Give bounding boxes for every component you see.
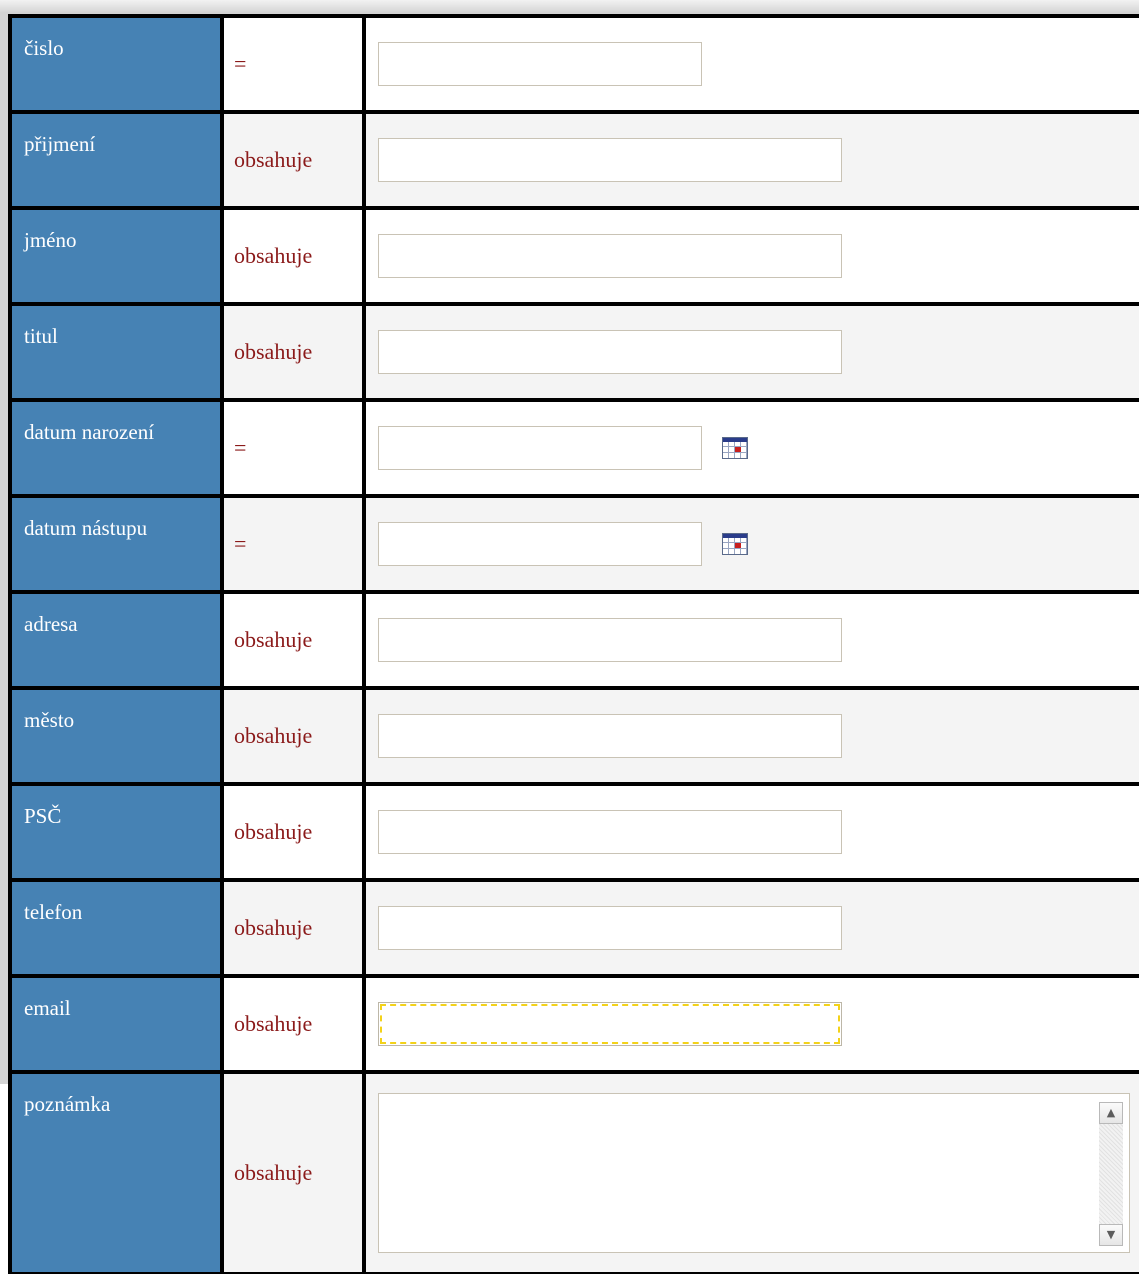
field-label: poznámka bbox=[8, 1070, 224, 1274]
search-input[interactable] bbox=[378, 714, 842, 758]
search-input[interactable] bbox=[378, 618, 842, 662]
field-value-cell bbox=[366, 590, 1139, 686]
field-label: datum nástupu bbox=[8, 494, 224, 590]
field-operator: obsahuje bbox=[224, 302, 366, 398]
field-operator: obsahuje bbox=[224, 590, 366, 686]
form-row: adresa obsahuje bbox=[8, 590, 1139, 686]
form-row: email obsahuje bbox=[8, 974, 1139, 1070]
form-row: datum nástupu = bbox=[8, 494, 1139, 590]
form-row: telefon obsahuje bbox=[8, 878, 1139, 974]
field-value-cell bbox=[366, 206, 1139, 302]
search-input[interactable] bbox=[378, 1002, 842, 1046]
arrow-up-icon[interactable]: ▲ bbox=[1099, 1102, 1123, 1124]
field-label: adresa bbox=[8, 590, 224, 686]
field-label: město bbox=[8, 686, 224, 782]
field-value-cell: ▲ ▼ bbox=[366, 1070, 1139, 1274]
calendar-icon[interactable] bbox=[722, 533, 748, 555]
field-label: čislo bbox=[8, 14, 224, 110]
field-operator: = bbox=[224, 14, 366, 110]
form-row: titul obsahuje bbox=[8, 302, 1139, 398]
form-row: jméno obsahuje bbox=[8, 206, 1139, 302]
field-value-cell bbox=[366, 110, 1139, 206]
field-value-cell bbox=[366, 14, 1139, 110]
field-operator: obsahuje bbox=[224, 686, 366, 782]
field-label: PSČ bbox=[8, 782, 224, 878]
search-form-table: čislo = přijmení obsahuje jméno obsahuje… bbox=[8, 14, 1139, 1274]
field-value-cell bbox=[366, 782, 1139, 878]
note-textarea[interactable]: ▲ ▼ bbox=[378, 1093, 1130, 1253]
search-input[interactable] bbox=[378, 906, 842, 950]
textarea-scrollbar[interactable]: ▲ ▼ bbox=[1099, 1102, 1123, 1246]
search-input[interactable] bbox=[378, 426, 702, 470]
field-label: datum narození bbox=[8, 398, 224, 494]
field-label: email bbox=[8, 974, 224, 1070]
field-value-cell bbox=[366, 494, 1139, 590]
field-value-cell bbox=[366, 686, 1139, 782]
field-operator: = bbox=[224, 494, 366, 590]
form-row: PSČ obsahuje bbox=[8, 782, 1139, 878]
search-input[interactable] bbox=[378, 42, 702, 86]
field-operator: obsahuje bbox=[224, 1070, 366, 1274]
field-operator: obsahuje bbox=[224, 878, 366, 974]
field-value-cell bbox=[366, 302, 1139, 398]
field-operator: obsahuje bbox=[224, 974, 366, 1070]
form-row: datum narození = bbox=[8, 398, 1139, 494]
form-row-note: poznámka obsahuje ▲ ▼ bbox=[8, 1070, 1139, 1274]
search-input[interactable] bbox=[378, 810, 842, 854]
field-operator: obsahuje bbox=[224, 110, 366, 206]
field-label: jméno bbox=[8, 206, 224, 302]
field-value-cell bbox=[366, 878, 1139, 974]
arrow-down-icon[interactable]: ▼ bbox=[1099, 1224, 1123, 1246]
field-operator: = bbox=[224, 398, 366, 494]
field-operator: obsahuje bbox=[224, 206, 366, 302]
field-value-cell bbox=[366, 398, 1139, 494]
form-row: čislo = bbox=[8, 14, 1139, 110]
search-input[interactable] bbox=[378, 138, 842, 182]
field-label: telefon bbox=[8, 878, 224, 974]
field-operator: obsahuje bbox=[224, 782, 366, 878]
page-frame: čislo = přijmení obsahuje jméno obsahuje… bbox=[0, 0, 1139, 1274]
field-value-cell bbox=[366, 974, 1139, 1070]
form-row: přijmení obsahuje bbox=[8, 110, 1139, 206]
field-label: titul bbox=[8, 302, 224, 398]
search-input[interactable] bbox=[378, 234, 842, 278]
form-row: město obsahuje bbox=[8, 686, 1139, 782]
search-input[interactable] bbox=[378, 522, 702, 566]
calendar-icon[interactable] bbox=[722, 437, 748, 459]
search-input[interactable] bbox=[378, 330, 842, 374]
field-label: přijmení bbox=[8, 110, 224, 206]
